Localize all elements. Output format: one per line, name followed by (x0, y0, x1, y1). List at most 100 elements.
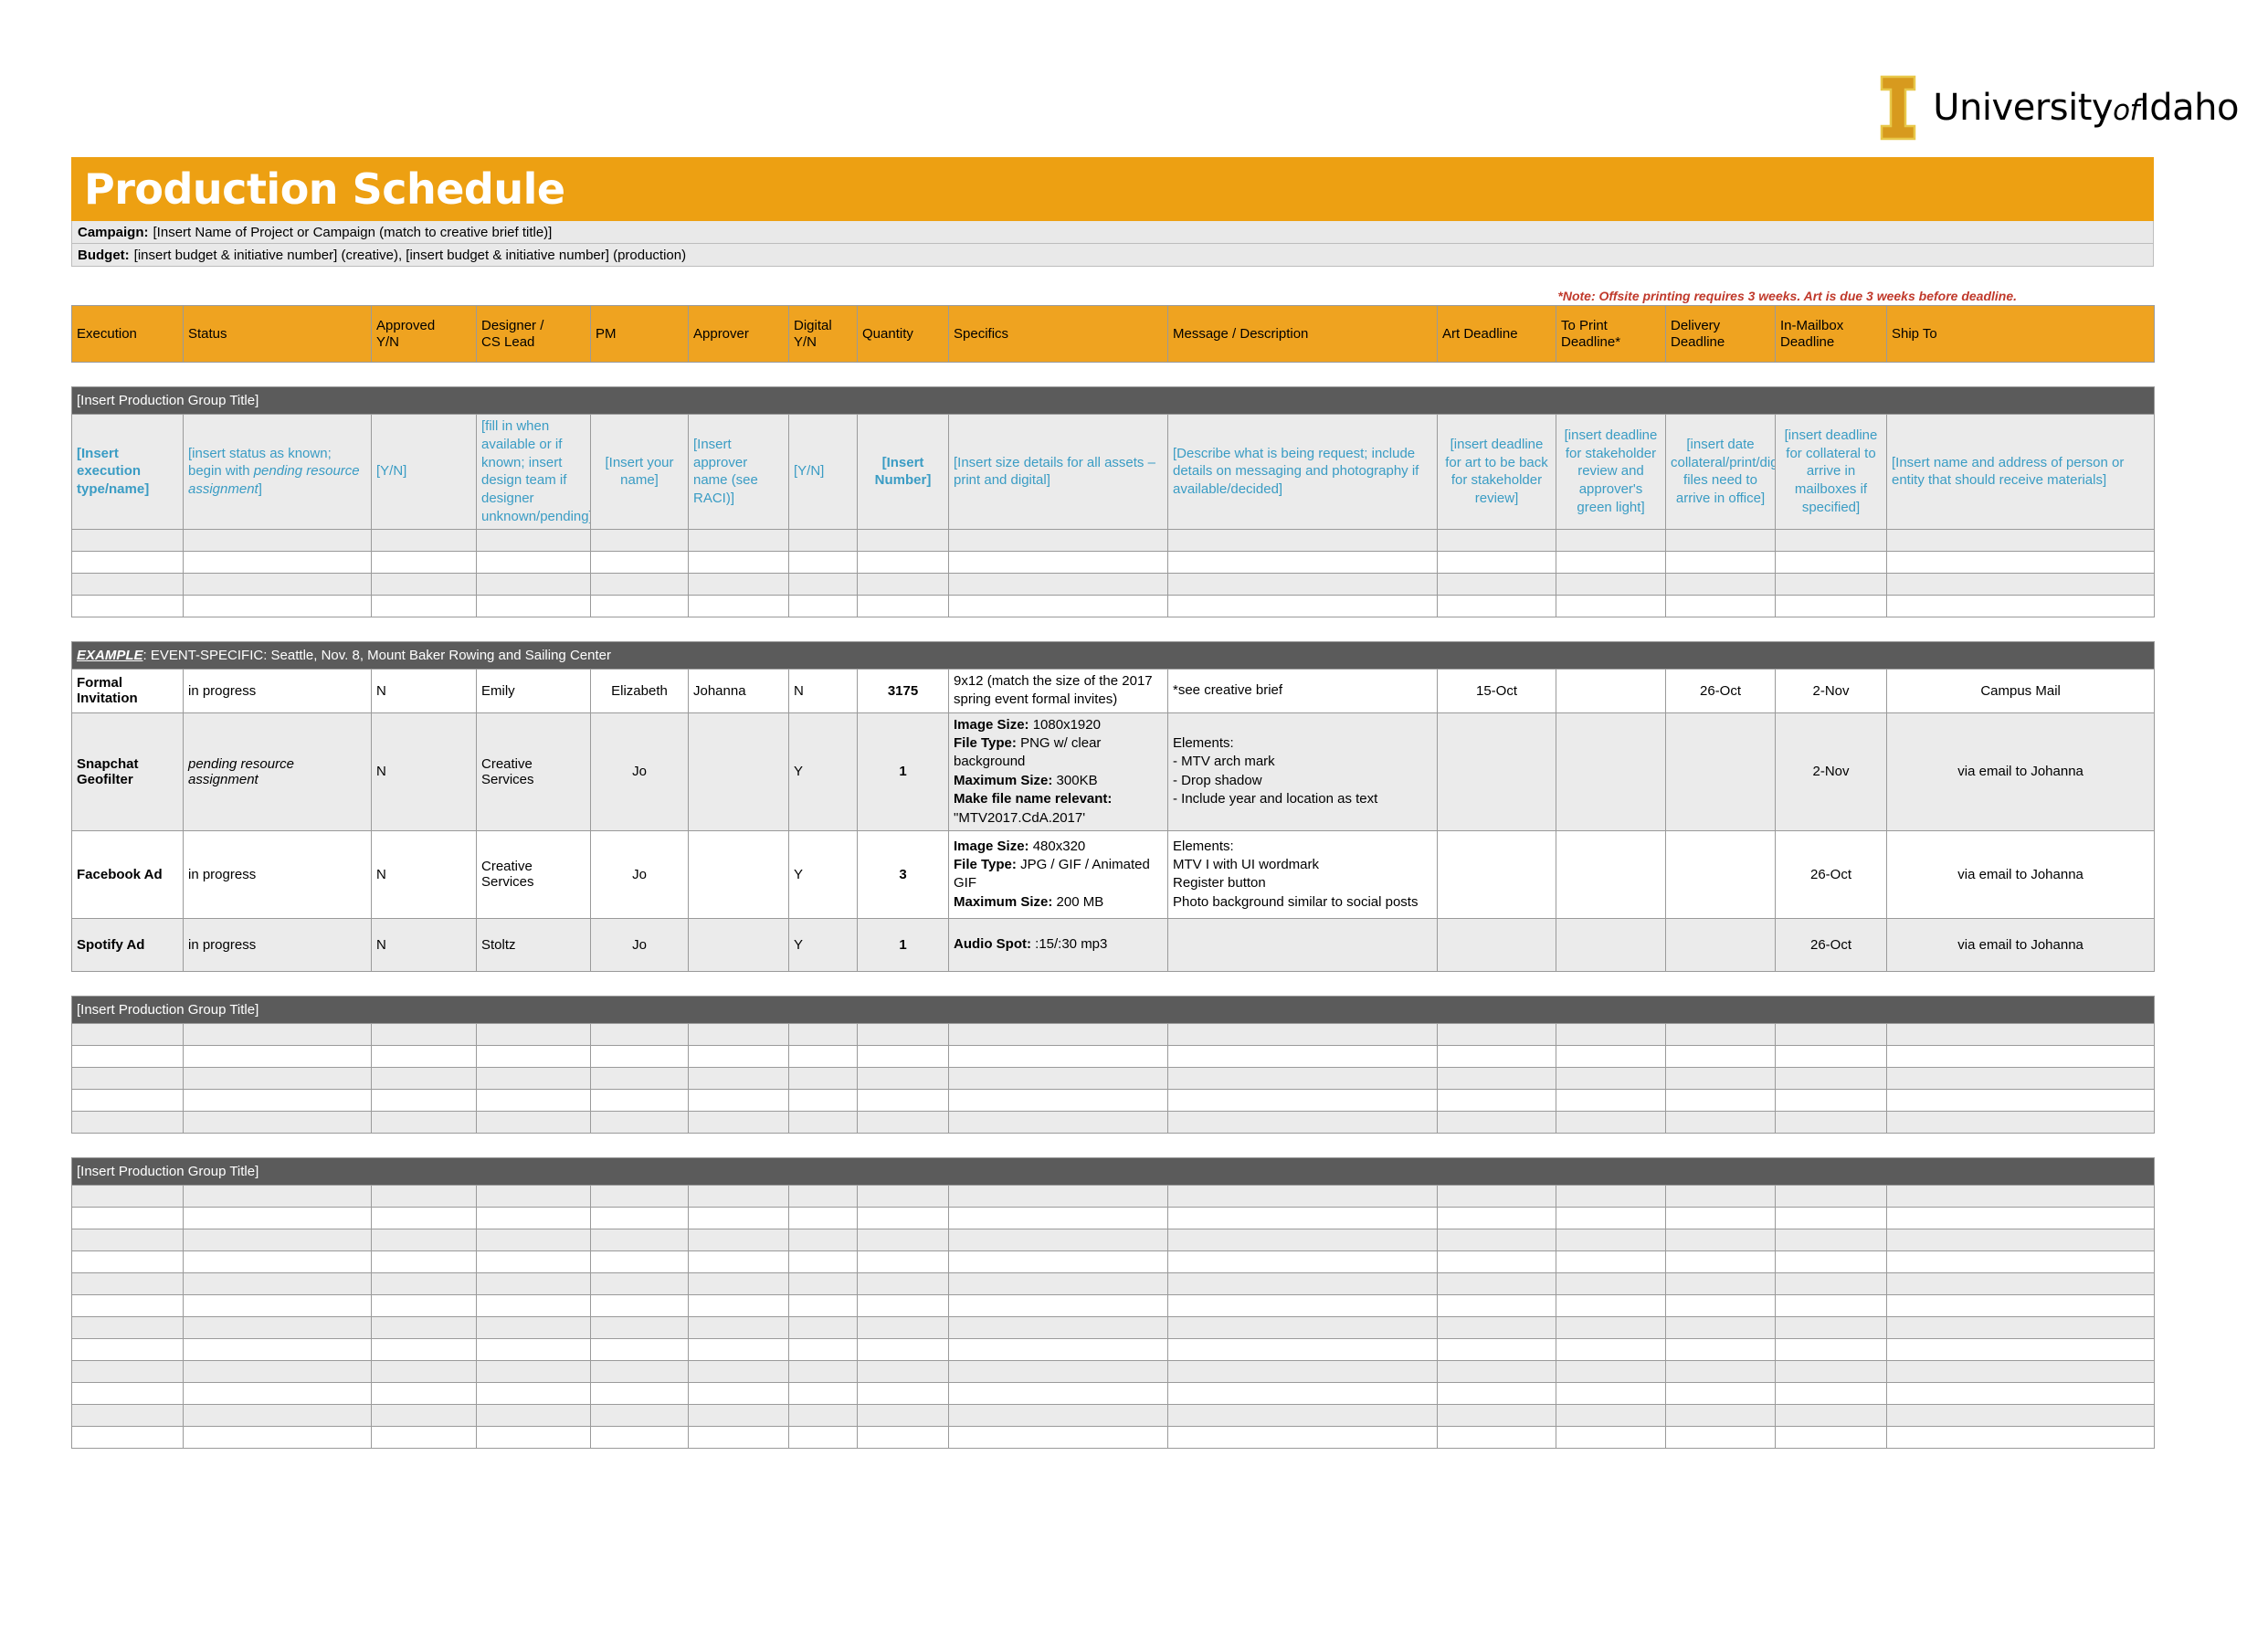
empty-cell[interactable] (1437, 1206, 1556, 1229)
empty-cell[interactable] (183, 572, 372, 596)
empty-cell[interactable] (1775, 1110, 1887, 1134)
cell-designer[interactable]: Creative Services (476, 712, 591, 831)
empty-cell[interactable] (1885, 528, 2156, 552)
empty-cell[interactable] (590, 1228, 689, 1251)
empty-cell[interactable] (948, 1337, 1168, 1361)
cell-execution[interactable]: Snapchat Geofilter (71, 712, 184, 831)
empty-cell[interactable] (71, 1315, 184, 1339)
empty-cell[interactable] (1167, 1293, 1438, 1317)
cell-in-mailbox-deadline[interactable]: 2-Nov (1775, 668, 1887, 713)
example-group-title[interactable]: EXAMPLE: EVENT-SPECIFIC: Seattle, Nov. 8… (70, 640, 2156, 670)
cell-execution[interactable]: Facebook Ad (71, 829, 184, 919)
table-row[interactable]: Facebook Ad in progress N Creative Services… (71, 829, 2156, 919)
empty-cell[interactable] (476, 1315, 591, 1339)
empty-cell[interactable] (688, 1271, 789, 1295)
empty-cell[interactable] (1167, 1315, 1438, 1339)
empty-cell[interactable] (857, 528, 949, 552)
empty-cell[interactable] (1437, 1425, 1556, 1449)
empty-cell[interactable] (1775, 1022, 1887, 1046)
empty-cell[interactable] (1885, 1403, 2156, 1427)
empty-cell[interactable] (688, 1359, 789, 1383)
empty-cell[interactable] (1437, 1381, 1556, 1405)
empty-cell[interactable] (1885, 1381, 2156, 1405)
empty-cell[interactable] (948, 528, 1168, 552)
empty-cell[interactable] (1665, 1228, 1776, 1251)
empty-cell[interactable] (183, 1359, 372, 1383)
empty-cell[interactable] (1775, 594, 1887, 617)
empty-cell[interactable] (1775, 1066, 1887, 1090)
empty-cell[interactable] (788, 1184, 858, 1208)
empty-cell[interactable] (1775, 1403, 1887, 1427)
empty-cell[interactable] (476, 1110, 591, 1134)
empty-cell[interactable] (476, 1044, 591, 1068)
empty-cell[interactable] (371, 1228, 477, 1251)
empty-cell[interactable] (590, 1088, 689, 1112)
empty-cell[interactable] (948, 572, 1168, 596)
cell-ship-to[interactable]: via email to Johanna (1885, 829, 2156, 919)
empty-cell[interactable] (1885, 1110, 2156, 1134)
cell-digital[interactable]: Y (788, 712, 858, 831)
empty-cell[interactable] (1775, 1337, 1887, 1361)
empty-cell[interactable] (183, 1044, 372, 1068)
empty-cell[interactable] (688, 1315, 789, 1339)
empty-cell[interactable] (1665, 1110, 1776, 1134)
empty-cell[interactable] (71, 1088, 184, 1112)
cell-specifics[interactable]: 9x12 (match the size of the 2017 spring … (948, 668, 1168, 713)
empty-cell[interactable] (371, 1088, 477, 1112)
cell-art-deadline[interactable] (1437, 917, 1556, 972)
cell-status[interactable]: in progress (183, 829, 372, 919)
empty-cell[interactable] (857, 1337, 949, 1361)
empty-cell[interactable] (71, 528, 184, 552)
empty-cell[interactable] (788, 1315, 858, 1339)
cell-approver[interactable] (688, 829, 789, 919)
empty-cell[interactable] (183, 528, 372, 552)
empty-cell[interactable] (1556, 1425, 1666, 1449)
empty-cell[interactable] (371, 1110, 477, 1134)
empty-cell[interactable] (71, 594, 184, 617)
empty-cell[interactable] (371, 594, 477, 617)
empty-cell[interactable] (183, 1293, 372, 1317)
empty-cell[interactable] (476, 1337, 591, 1361)
empty-cell[interactable] (1665, 1315, 1776, 1339)
empty-cell[interactable] (71, 1271, 184, 1295)
table-row[interactable] (71, 1315, 2156, 1339)
empty-cell[interactable] (688, 1110, 789, 1134)
empty-cell[interactable] (1665, 550, 1776, 574)
empty-cell[interactable] (1556, 1403, 1666, 1427)
empty-cell[interactable] (857, 1088, 949, 1112)
empty-cell[interactable] (857, 1381, 949, 1405)
budget-value[interactable]: [insert budget & initiative number] (cre… (134, 248, 686, 263)
empty-cell[interactable] (476, 1359, 591, 1383)
table-row[interactable] (71, 1206, 2156, 1229)
empty-cell[interactable] (857, 1110, 949, 1134)
empty-cell[interactable] (788, 1250, 858, 1273)
empty-cell[interactable] (371, 1425, 477, 1449)
empty-cell[interactable] (1885, 1066, 2156, 1090)
cell-message[interactable]: [Describe what is being request; include… (1167, 414, 1438, 530)
empty-cell[interactable] (1665, 1088, 1776, 1112)
empty-cell[interactable] (788, 1425, 858, 1449)
empty-cell[interactable] (1665, 1271, 1776, 1295)
cell-approver[interactable] (688, 712, 789, 831)
empty-cell[interactable] (948, 1381, 1168, 1405)
empty-cell[interactable] (1167, 1250, 1438, 1273)
empty-cell[interactable] (788, 550, 858, 574)
empty-cell[interactable] (371, 572, 477, 596)
empty-cell[interactable] (1885, 1425, 2156, 1449)
empty-cell[interactable] (1885, 1088, 2156, 1112)
empty-cell[interactable] (688, 1403, 789, 1427)
empty-cell[interactable] (1167, 572, 1438, 596)
empty-cell[interactable] (183, 1381, 372, 1405)
empty-cell[interactable] (590, 1359, 689, 1383)
empty-cell[interactable] (590, 1425, 689, 1449)
empty-cell[interactable] (476, 1066, 591, 1090)
empty-cell[interactable] (1885, 1228, 2156, 1251)
empty-cell[interactable] (371, 1184, 477, 1208)
empty-cell[interactable] (688, 1250, 789, 1273)
empty-cell[interactable] (948, 550, 1168, 574)
empty-cell[interactable] (688, 528, 789, 552)
cell-approved[interactable]: N (371, 668, 477, 713)
empty-cell[interactable] (1556, 1293, 1666, 1317)
empty-cell[interactable] (948, 1425, 1168, 1449)
empty-cell[interactable] (476, 1271, 591, 1295)
